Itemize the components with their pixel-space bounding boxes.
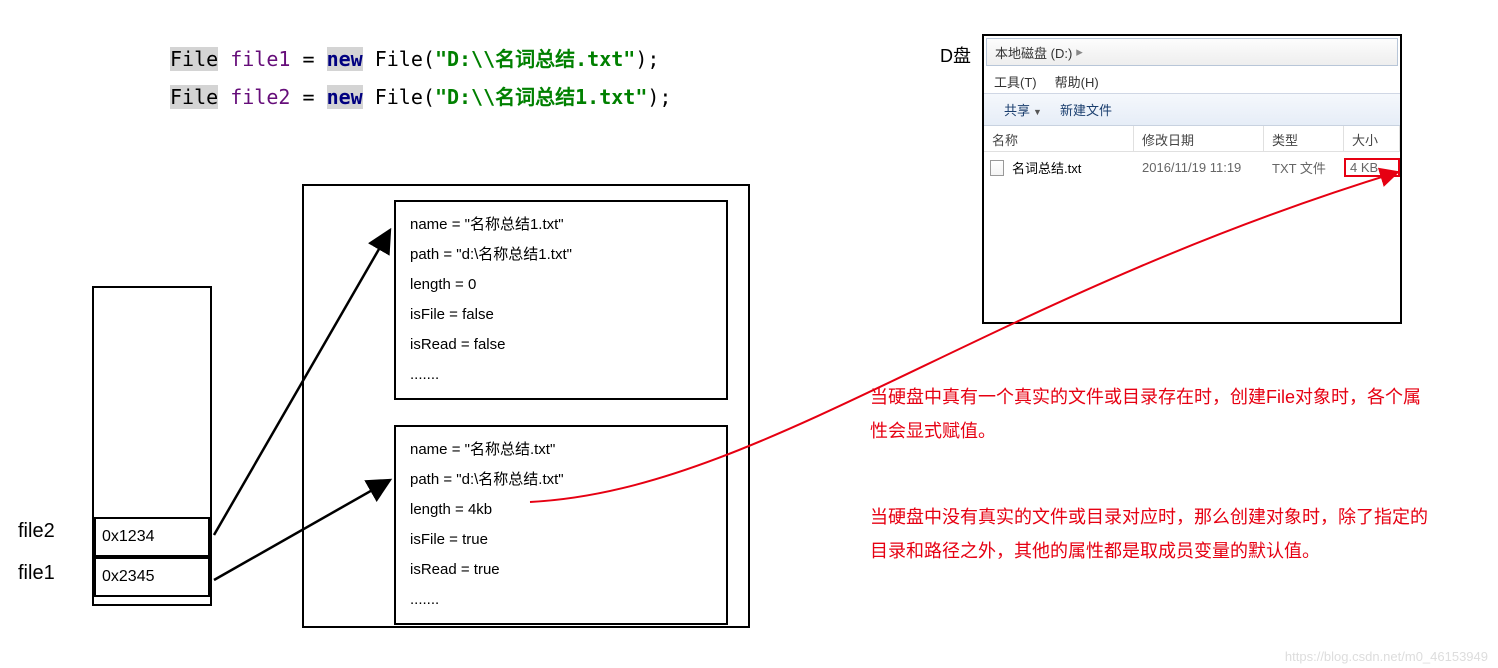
file-object-1: name = "名称总结.txt" path = "d:\名称总结.txt" l… xyxy=(394,425,728,625)
obj1-dots: ....... xyxy=(410,585,712,615)
obj1-length: length = 4kb xyxy=(410,495,712,525)
chevron-right-icon: ▸ xyxy=(1076,44,1083,60)
obj2-path: path = "d:\名称总结1.txt" xyxy=(410,240,712,270)
obj1-isread: isRead = true xyxy=(410,555,712,585)
obj1-path: path = "d:\名称总结.txt" xyxy=(410,465,712,495)
code-line-1: File file1 = new File("D:\\名词总结.txt"); xyxy=(170,40,671,78)
file-type-cell: TXT 文件 xyxy=(1264,158,1344,177)
code-line-2: File file2 = new File("D:\\名词总结1.txt"); xyxy=(170,78,671,116)
col-header-date[interactable]: 修改日期 xyxy=(1134,126,1264,152)
menu-help[interactable]: 帮助(H) xyxy=(1055,72,1099,91)
file-date-cell: 2016/11/19 11:19 xyxy=(1134,160,1264,175)
stack-box: 0x1234 0x2345 xyxy=(92,286,212,606)
file-row[interactable]: 名词总结.txt 2016/11/19 11:19 TXT 文件 4 KB xyxy=(984,154,1400,180)
obj2-isread: isRead = false xyxy=(410,330,712,360)
obj1-isfile: isFile = true xyxy=(410,525,712,555)
obj2-name: name = "名称总结1.txt" xyxy=(410,210,712,240)
file-object-2: name = "名称总结1.txt" path = "d:\名称总结1.txt"… xyxy=(394,200,728,400)
file-icon xyxy=(990,160,1004,176)
col-header-name[interactable]: 名称 xyxy=(984,126,1134,152)
explorer-column-headers: 名称 修改日期 类型 大小 xyxy=(984,126,1400,152)
stack-label-file2: file2 xyxy=(18,520,55,543)
watermark: https://blog.csdn.net/m0_46153949 xyxy=(1285,649,1488,664)
toolbar-share[interactable]: 共享▼ xyxy=(1004,100,1042,119)
stack-cell-file1: 0x2345 xyxy=(94,557,210,597)
obj2-isfile: isFile = false xyxy=(410,300,712,330)
d-drive-label: D盘 xyxy=(940,42,971,68)
toolbar-new-folder[interactable]: 新建文件 xyxy=(1060,100,1112,119)
code-snippet: File file1 = new File("D:\\名词总结.txt"); F… xyxy=(170,40,671,116)
file-name-cell: 名词总结.txt xyxy=(1012,161,1081,176)
file-size-cell: 4 KB xyxy=(1344,158,1400,177)
obj1-name: name = "名称总结.txt" xyxy=(410,435,712,465)
explorer-toolbar: 共享▼ 新建文件 xyxy=(984,94,1400,126)
stack-cell-file2: 0x1234 xyxy=(94,517,210,557)
breadcrumb-location: 本地磁盘 (D:) xyxy=(995,43,1072,62)
explorer-breadcrumb[interactable]: 本地磁盘 (D:) ▸ xyxy=(986,38,1398,66)
stack-label-file1: file1 xyxy=(18,562,55,585)
chevron-down-icon: ▼ xyxy=(1033,107,1042,117)
obj2-length: length = 0 xyxy=(410,270,712,300)
col-header-type[interactable]: 类型 xyxy=(1264,126,1344,152)
explorer-window: 本地磁盘 (D:) ▸ 工具(T) 帮助(H) 共享▼ 新建文件 名称 修改日期… xyxy=(982,34,1402,324)
menu-tools[interactable]: 工具(T) xyxy=(994,72,1037,91)
col-header-size[interactable]: 大小 xyxy=(1344,126,1400,152)
note-real-file: 当硬盘中真有一个真实的文件或目录存在时，创建File对象时，各个属性会显式赋值。 xyxy=(870,380,1430,448)
note-no-file: 当硬盘中没有真实的文件或目录对应时，那么创建对象时，除了指定的目录和路径之外，其… xyxy=(870,500,1430,568)
obj2-dots: ....... xyxy=(410,360,712,390)
explorer-menu-bar: 工具(T) 帮助(H) xyxy=(984,70,1400,94)
